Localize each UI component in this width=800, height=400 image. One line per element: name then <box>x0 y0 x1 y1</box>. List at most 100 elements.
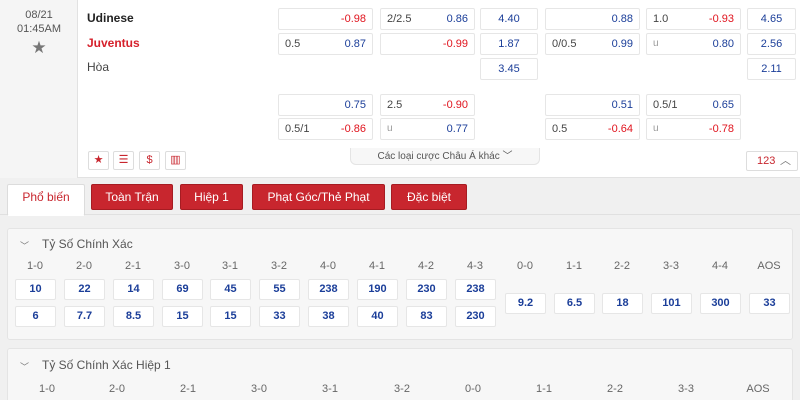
odds-value: 3.45 <box>498 63 520 75</box>
score-odds-draw[interactable]: 9.2 <box>505 293 546 314</box>
odds-cell[interactable]: 0.75 <box>278 94 373 116</box>
more-bets-label: Các loại cược Châu Á khác <box>377 151 500 162</box>
score-odds-home[interactable]: 230 <box>406 279 447 300</box>
odds-1x2-cell[interactable]: 2.11 <box>747 58 796 80</box>
odds-cell[interactable]: u -0.78 <box>646 118 741 140</box>
score-header: 3-2 <box>394 383 410 395</box>
handicap-label: 0/0.5 <box>552 38 577 50</box>
dollar-icon[interactable]: $ <box>139 151 160 170</box>
tab-3[interactable]: Phạt Góc/Thẻ Phạt <box>252 184 385 210</box>
odds-cell[interactable]: 0.88 <box>545 8 640 30</box>
odds-cell[interactable]: 0/0.5 0.99 <box>545 33 640 55</box>
tab-1[interactable]: Toàn Trận <box>91 184 173 210</box>
score-odds-away[interactable]: 38 <box>308 306 349 327</box>
score-header: 1-0 <box>27 260 43 272</box>
handicap-label: 2/2.5 <box>387 13 412 25</box>
odds-1x2-cell[interactable]: 2.56 <box>747 33 796 55</box>
more-asian-bets-toggle[interactable]: Các loại cược Châu Á khác ﹀ <box>350 148 540 165</box>
draw-label: Hòa <box>87 60 110 74</box>
score-odds-away[interactable]: 8.5 <box>113 306 154 327</box>
score-header: 1-0 <box>39 383 55 395</box>
score-header: 2-0 <box>109 383 125 395</box>
score-header: AOS <box>757 260 781 272</box>
handicap-label: 1.0 <box>653 13 669 25</box>
tab-4[interactable]: Đặc biệt <box>391 184 467 210</box>
score-header: 3-0 <box>174 260 190 272</box>
odds-value: 0.86 <box>446 13 468 25</box>
away-team: Juventus <box>87 36 140 50</box>
score-odds-draw[interactable]: 18 <box>602 293 643 314</box>
odds-cell[interactable]: 0.5/1 0.65 <box>646 94 741 116</box>
score-header: 4-4 <box>712 260 728 272</box>
score-header: 2-2 <box>614 260 630 272</box>
odds-value: 2.56 <box>760 38 783 50</box>
score-odds-home[interactable]: 10 <box>15 279 56 300</box>
score-odds-away[interactable]: 40 <box>357 306 398 327</box>
score-odds-away[interactable]: 230 <box>455 306 496 327</box>
score-odds-away[interactable]: 7.7 <box>64 306 105 327</box>
stats-icon[interactable]: ▥ <box>165 151 186 170</box>
odds-value: 1.87 <box>498 38 520 50</box>
more-markets-count-button[interactable]: 123 ︿ <box>746 151 798 171</box>
score-odds-away[interactable]: 33 <box>259 306 300 327</box>
favorite-star-icon[interactable]: ★ <box>28 38 50 58</box>
score-header: AOS <box>746 383 770 395</box>
score-odds-away[interactable]: 6 <box>15 306 56 327</box>
handicap-label: 0.5/1 <box>653 99 678 111</box>
star-icon[interactable]: ★ <box>88 151 109 170</box>
odds-cell[interactable]: 0.5/1 -0.86 <box>278 118 373 140</box>
score-odds-draw[interactable]: 300 <box>700 293 741 314</box>
odds-cell[interactable]: u 0.80 <box>646 33 741 55</box>
odds-1x2-cell[interactable]: 4.65 <box>747 8 796 30</box>
score-odds-home[interactable]: 55 <box>259 279 300 300</box>
odds-cell[interactable]: u 0.77 <box>380 118 475 140</box>
tv-icon[interactable]: ☰ <box>113 151 134 170</box>
score-odds-home[interactable]: 45 <box>210 279 251 300</box>
score-header: 0-0 <box>465 383 481 395</box>
odds-value: -0.64 <box>607 123 633 135</box>
tab-2[interactable]: Hiệp 1 <box>180 184 243 210</box>
score-header: 3-3 <box>663 260 679 272</box>
odds-cell[interactable]: 0.51 <box>545 94 640 116</box>
tab-0[interactable]: Phổ biến <box>7 184 85 216</box>
score-odds-home[interactable]: 238 <box>308 279 349 300</box>
match-time: 01:45AM <box>16 23 62 35</box>
odds-value: 0.87 <box>344 38 366 50</box>
score-odds-draw[interactable]: 6.5 <box>554 293 595 314</box>
odds-value: 0.77 <box>446 123 468 135</box>
odds-cell[interactable]: 0.5 -0.64 <box>545 118 640 140</box>
score-header: 1-1 <box>566 260 582 272</box>
score-header: 3-0 <box>251 383 267 395</box>
odds-value: 0.80 <box>712 38 734 50</box>
odds-1x2-cell[interactable]: 1.87 <box>480 33 538 55</box>
score-odds-home[interactable]: 69 <box>162 279 203 300</box>
chevron-down-icon[interactable]: ﹀ <box>20 239 29 252</box>
score-header: 1-1 <box>536 383 552 395</box>
score-odds-home[interactable]: 238 <box>455 279 496 300</box>
odds-cell[interactable]: 0.5 0.87 <box>278 33 373 55</box>
odds-cell[interactable]: 2/2.5 0.86 <box>380 8 475 30</box>
handicap-label: 0.5 <box>285 38 301 50</box>
score-odds-home[interactable]: 190 <box>357 279 398 300</box>
odds-cell[interactable]: -0.98 <box>278 8 373 30</box>
odds-value: -0.93 <box>708 13 734 25</box>
odds-value: -0.99 <box>442 38 468 50</box>
score-odds-draw[interactable]: 101 <box>651 293 692 314</box>
odds-cell[interactable]: 1.0 -0.93 <box>646 8 741 30</box>
chevron-down-icon[interactable]: ﹀ <box>20 360 29 373</box>
score-header: 0-0 <box>517 260 533 272</box>
score-odds-away[interactable]: 15 <box>162 306 203 327</box>
odds-cell[interactable]: 2.5 -0.90 <box>380 94 475 116</box>
score-header: 3-1 <box>322 383 338 395</box>
handicap-label: 2.5 <box>387 99 403 111</box>
match-date: 08/21 <box>25 9 53 21</box>
odds-1x2-cell[interactable]: 4.40 <box>480 8 538 30</box>
score-odds-away[interactable]: 83 <box>406 306 447 327</box>
score-odds-away[interactable]: 15 <box>210 306 251 327</box>
score-odds-home[interactable]: 22 <box>64 279 105 300</box>
odds-cell[interactable]: -0.99 <box>380 33 475 55</box>
score-odds-draw[interactable]: 33 <box>749 293 790 314</box>
score-odds-home[interactable]: 14 <box>113 279 154 300</box>
odds-1x2-cell[interactable]: 3.45 <box>480 58 538 80</box>
section-title-exact-score-h1: Tỷ Số Chính Xác Hiệp 1 <box>42 358 171 372</box>
